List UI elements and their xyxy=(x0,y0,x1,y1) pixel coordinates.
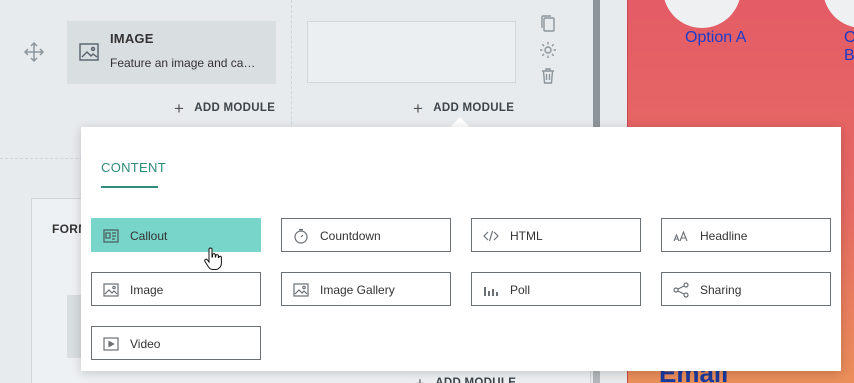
add-module-button[interactable]: + ADD MODULE xyxy=(413,99,514,117)
module-tile-callout[interactable]: Callout xyxy=(91,218,261,252)
plus-icon: + xyxy=(174,98,185,118)
module-tile-countdown[interactable]: Countdown xyxy=(281,218,451,252)
module-tile-label: Countdown xyxy=(320,229,381,243)
module-tile-poll[interactable]: Poll xyxy=(471,272,641,306)
option-b-image xyxy=(823,0,854,28)
code-icon xyxy=(483,228,499,244)
image-module-card[interactable]: IMAGE Feature an image and caption xyxy=(67,21,276,84)
plus-icon: + xyxy=(415,373,426,383)
copy-icon[interactable] xyxy=(538,14,558,34)
stopwatch-icon xyxy=(293,228,309,244)
module-tile-html[interactable]: HTML xyxy=(471,218,641,252)
module-tile-label: Video xyxy=(130,337,161,351)
module-tile-sharing[interactable]: Sharing xyxy=(661,272,831,306)
trash-icon[interactable] xyxy=(538,66,558,86)
module-tile-label: HTML xyxy=(510,229,543,243)
option-a-image xyxy=(663,0,741,28)
module-tile-label: Sharing xyxy=(700,283,742,297)
module-tile-label: Poll xyxy=(510,283,531,297)
scrollbar-thumb[interactable] xyxy=(593,0,600,130)
add-module-button[interactable]: + ADD MODULE xyxy=(415,374,516,383)
plus-icon: + xyxy=(413,98,424,118)
module-tile-image[interactable]: Image xyxy=(91,272,261,306)
tab-active-indicator xyxy=(101,186,158,188)
gallery-icon xyxy=(293,282,309,298)
move-icon[interactable] xyxy=(22,40,46,64)
module-toolbar xyxy=(538,14,560,90)
add-module-button[interactable]: + ADD MODULE xyxy=(174,99,275,117)
empty-module-slot[interactable] xyxy=(307,21,516,83)
share-icon xyxy=(673,282,689,298)
bar-chart-icon xyxy=(483,282,499,298)
image-icon xyxy=(103,282,119,298)
module-tile-image-gallery[interactable]: Image Gallery xyxy=(281,272,451,306)
add-module-label: ADD MODULE xyxy=(194,102,276,114)
gear-icon[interactable] xyxy=(538,40,558,60)
add-module-label: ADD MODULE xyxy=(433,102,515,114)
video-icon xyxy=(103,336,119,352)
module-description: Feature an image and caption xyxy=(110,56,260,70)
module-tile-label: Headline xyxy=(700,229,748,243)
content-picker-popover: CONTENT Callout Countdown HTML Headline … xyxy=(81,127,841,371)
tab-content[interactable]: CONTENT xyxy=(101,160,166,175)
module-tile-label: Image xyxy=(130,283,164,297)
callout-icon xyxy=(103,228,119,244)
module-tile-headline[interactable]: Headline xyxy=(661,218,831,252)
option-b-label[interactable]: Option B xyxy=(844,29,854,65)
module-tile-label: Callout xyxy=(130,229,168,243)
module-tile-video[interactable]: Video xyxy=(91,326,261,360)
option-a-label[interactable]: Option A xyxy=(685,29,746,47)
hand-cursor-icon xyxy=(203,247,223,271)
image-icon xyxy=(79,43,99,61)
add-module-label: ADD MODULE xyxy=(435,377,517,383)
module-title: IMAGE xyxy=(110,31,154,46)
module-tile-label: Image Gallery xyxy=(320,283,395,297)
text-size-icon xyxy=(673,228,689,244)
